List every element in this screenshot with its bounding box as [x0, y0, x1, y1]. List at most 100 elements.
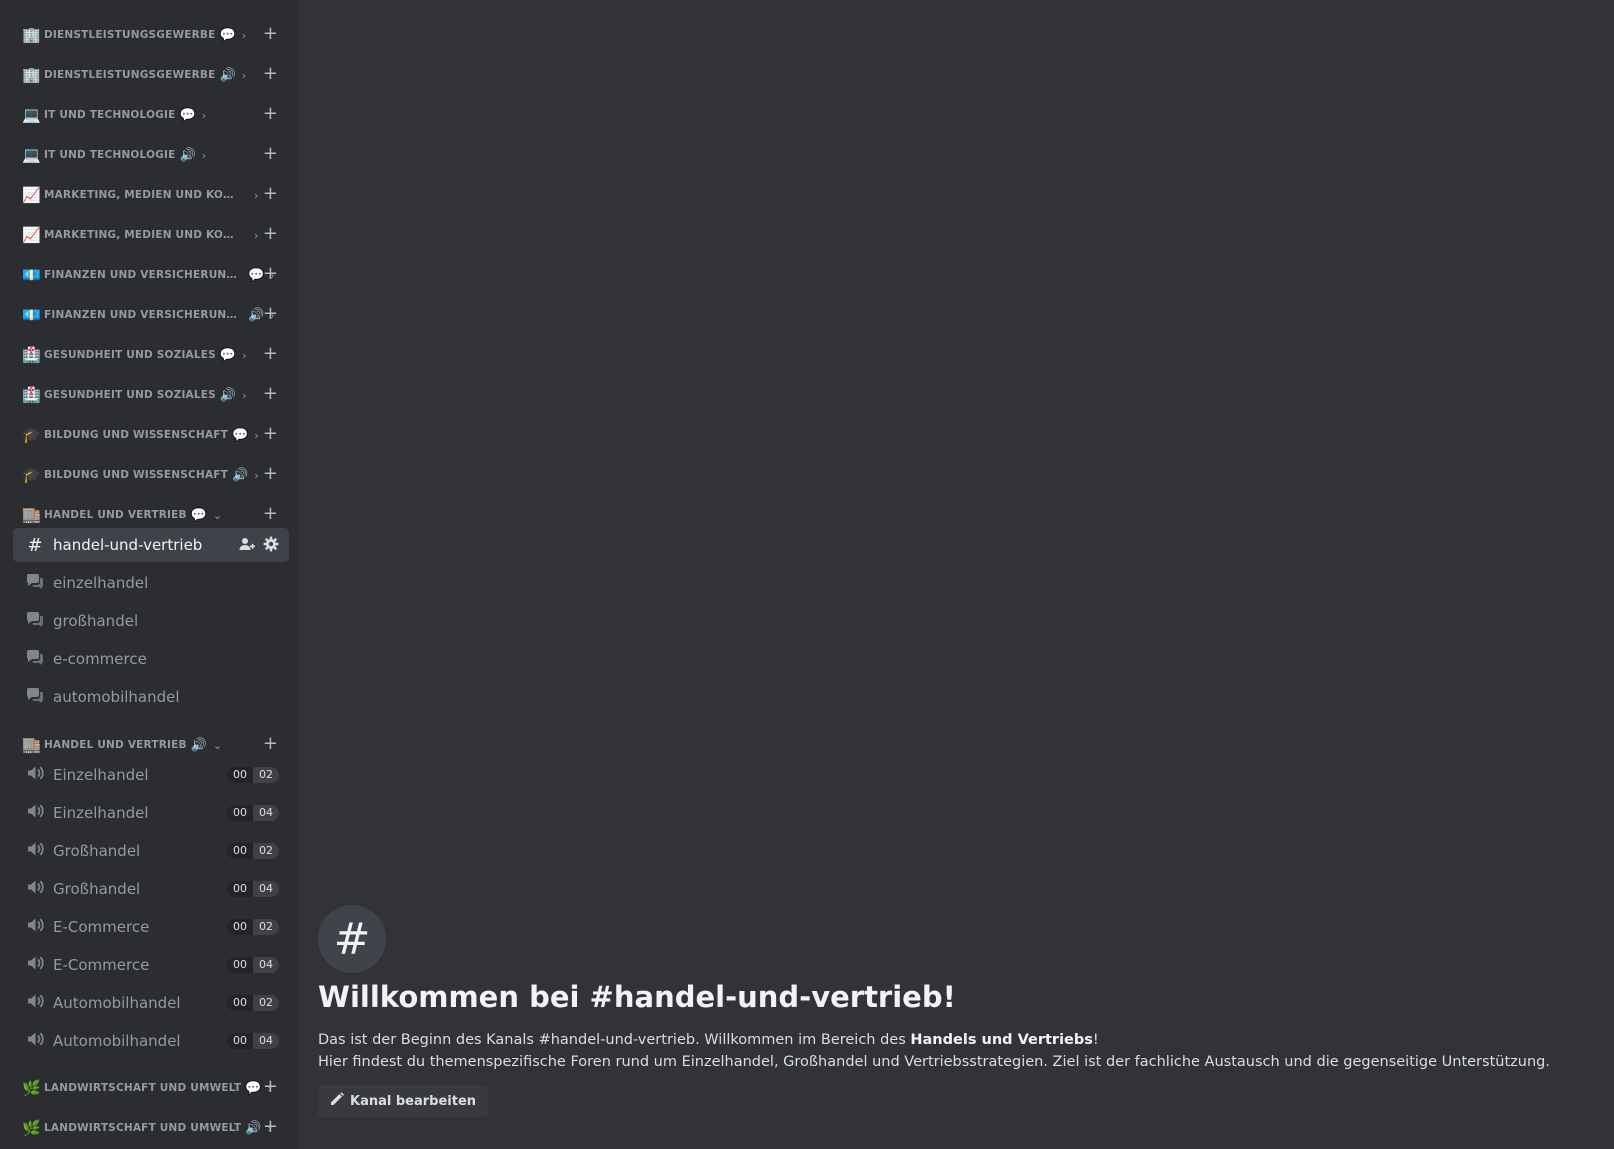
- invite-member-icon[interactable]: [239, 536, 255, 552]
- voice-channel[interactable]: Automobilhandel 00 04: [13, 1024, 289, 1058]
- pencil-icon: [330, 1092, 344, 1110]
- category-header[interactable]: 📈Marketing, Medien und Kommuni... › +: [22, 183, 286, 207]
- forum-channel[interactable]: großhandel: [13, 604, 289, 638]
- voice-channel[interactable]: Großhandel 00 02: [13, 834, 289, 868]
- category-header[interactable]: 🏬 Handel und Vertrieb 🔊 ⌄ +: [22, 733, 286, 757]
- create-channel-plus-icon[interactable]: +: [263, 423, 278, 445]
- edit-channel-label: Kanal bearbeiten: [350, 1093, 477, 1109]
- create-channel-plus-icon[interactable]: +: [263, 303, 278, 325]
- forum-channel[interactable]: e-commerce: [13, 642, 289, 676]
- create-channel-plus-icon[interactable]: +: [263, 383, 278, 405]
- voice-channel[interactable]: Einzelhandel 00 02: [13, 758, 289, 792]
- forum-channel[interactable]: einzelhandel: [13, 566, 289, 600]
- channel-name: handel-und-vertrieb: [53, 536, 203, 554]
- channel-name: E-Commerce: [53, 918, 150, 936]
- create-channel-plus-icon[interactable]: +: [263, 1116, 278, 1138]
- user-limit: 02: [253, 919, 279, 935]
- category-emoji-icon: 💶: [22, 306, 41, 324]
- category-header[interactable]: 🏥 Gesundheit und Soziales 🔊 › +: [22, 383, 286, 407]
- speaker-icon: [23, 839, 47, 864]
- category-header[interactable]: 🏢 Dienstleistungsgewerbe 💬 › +: [22, 23, 286, 47]
- create-channel-plus-icon[interactable]: +: [263, 183, 278, 205]
- category-emoji-icon: 🌿: [22, 1079, 41, 1097]
- channel-handel-und-vertrieb[interactable]: # handel-und-vertrieb: [13, 528, 289, 562]
- category-label: Finanzen und Versicherungen: [44, 309, 244, 321]
- chevron-icon: ›: [242, 388, 247, 402]
- welcome-line-2: Hier findest du themenspezifische Foren …: [318, 1054, 1550, 1070]
- user-count: 00: [227, 805, 253, 821]
- category-header[interactable]: 💶 Finanzen und Versicherungen 🔊 › +: [22, 303, 286, 327]
- chevron-icon: ›: [241, 68, 247, 82]
- create-channel-plus-icon[interactable]: +: [263, 1076, 278, 1098]
- user-limit: 04: [253, 881, 279, 897]
- user-count: 00: [227, 995, 253, 1011]
- category-header[interactable]: 🌿 Landwirtschaft und Umwelt 🔊 › +: [22, 1116, 286, 1140]
- category-label: Gesundheit und Soziales: [44, 349, 216, 361]
- category-header[interactable]: 🎓 Bildung und Wissenschaft 💬 › +: [22, 423, 286, 447]
- forum-icon: [23, 647, 47, 672]
- category-emoji-icon: 📈: [22, 186, 41, 204]
- user-limit: 02: [253, 995, 279, 1011]
- chevron-icon: ›: [254, 428, 259, 442]
- channel-name: Automobilhandel: [53, 994, 181, 1012]
- user-count: 00: [227, 919, 253, 935]
- create-channel-plus-icon[interactable]: +: [263, 143, 278, 165]
- create-channel-plus-icon[interactable]: +: [263, 223, 278, 245]
- category-header[interactable]: 💻 IT und Technologie 🔊 › +: [22, 143, 286, 167]
- create-channel-plus-icon[interactable]: +: [263, 343, 278, 365]
- category-emoji-icon: 🏥: [22, 346, 41, 364]
- create-channel-plus-icon[interactable]: +: [263, 23, 278, 45]
- category-header[interactable]: 💻 IT und Technologie 💬 › +: [22, 103, 286, 127]
- welcome-line-1: Das ist der Beginn des Kanals #handel-un…: [318, 1032, 1099, 1048]
- user-count: 00: [227, 957, 253, 973]
- user-limit-badge: 00 04: [227, 957, 279, 973]
- category-type-icon: 💬: [232, 427, 249, 443]
- voice-channel[interactable]: E-Commerce 00 04: [13, 948, 289, 982]
- channel-name: Einzelhandel: [53, 804, 149, 822]
- user-limit-badge: 00 04: [227, 805, 279, 821]
- user-limit-badge: 00 02: [227, 843, 279, 859]
- channel-sidebar: 🏢 Dienstleistungsgewerbe 💬 › + 🏢 Dienstleistun…: [0, 0, 298, 1149]
- category-type-icon: 🔊: [219, 387, 237, 403]
- voice-channel[interactable]: E-Commerce 00 02: [13, 910, 289, 944]
- category-label: Bildung und Wissenschaft: [44, 429, 229, 441]
- category-label: Gesundheit und Soziales: [44, 389, 216, 401]
- forum-channel[interactable]: automobilhandel: [13, 680, 289, 714]
- channel-name: einzelhandel: [53, 574, 149, 592]
- text-channel-icon: #: [27, 534, 43, 556]
- category-header[interactable]: 🌿 Landwirtschaft und Umwelt 💬 › +: [22, 1076, 286, 1100]
- category-header[interactable]: 💶 Finanzen und Versicherungen 💬 › +: [22, 263, 286, 287]
- category-header[interactable]: 🏬 Handel und Vertrieb 💬 ⌄ +: [22, 503, 286, 527]
- category-label: Handel und Vertrieb: [44, 739, 187, 751]
- create-channel-plus-icon[interactable]: +: [263, 63, 278, 85]
- create-channel-plus-icon[interactable]: +: [263, 733, 278, 755]
- user-limit-badge: 00 02: [227, 995, 279, 1011]
- user-count: 00: [227, 843, 253, 859]
- category-type-icon: 🔊: [248, 307, 265, 323]
- user-limit: 04: [253, 805, 279, 821]
- gear-icon[interactable]: [263, 536, 279, 552]
- edit-channel-button[interactable]: Kanal bearbeiten: [318, 1085, 489, 1117]
- voice-channel[interactable]: Automobilhandel 00 02: [13, 986, 289, 1020]
- category-label: IT und Technologie: [44, 109, 176, 121]
- category-emoji-icon: 📈: [22, 226, 41, 244]
- create-channel-plus-icon[interactable]: +: [263, 503, 278, 525]
- chevron-icon: ›: [241, 28, 247, 42]
- category-header[interactable]: 🏥 Gesundheit und Soziales 💬 › +: [22, 343, 286, 367]
- voice-channel[interactable]: Großhandel 00 04: [13, 872, 289, 906]
- speaker-icon: [23, 801, 47, 826]
- chevron-icon: ⌄: [212, 508, 223, 522]
- create-channel-plus-icon[interactable]: +: [263, 103, 278, 125]
- create-channel-plus-icon[interactable]: +: [263, 263, 278, 285]
- speaker-icon: [23, 915, 47, 940]
- user-count: 00: [227, 1033, 253, 1049]
- create-channel-plus-icon[interactable]: +: [263, 463, 278, 485]
- forum-icon: [23, 685, 47, 710]
- category-header[interactable]: 🎓 Bildung und Wissenschaft 🔊 › +: [22, 463, 286, 487]
- chevron-icon: ›: [201, 148, 207, 162]
- category-header[interactable]: 📈Marketing, Medien und Kommuni... › +: [22, 223, 286, 247]
- category-header[interactable]: 🏢 Dienstleistungsgewerbe 🔊 › +: [22, 63, 286, 87]
- voice-channel[interactable]: Einzelhandel 00 04: [13, 796, 289, 830]
- category-type-icon: 💬: [179, 107, 196, 123]
- user-limit-badge: 00 04: [227, 1033, 279, 1049]
